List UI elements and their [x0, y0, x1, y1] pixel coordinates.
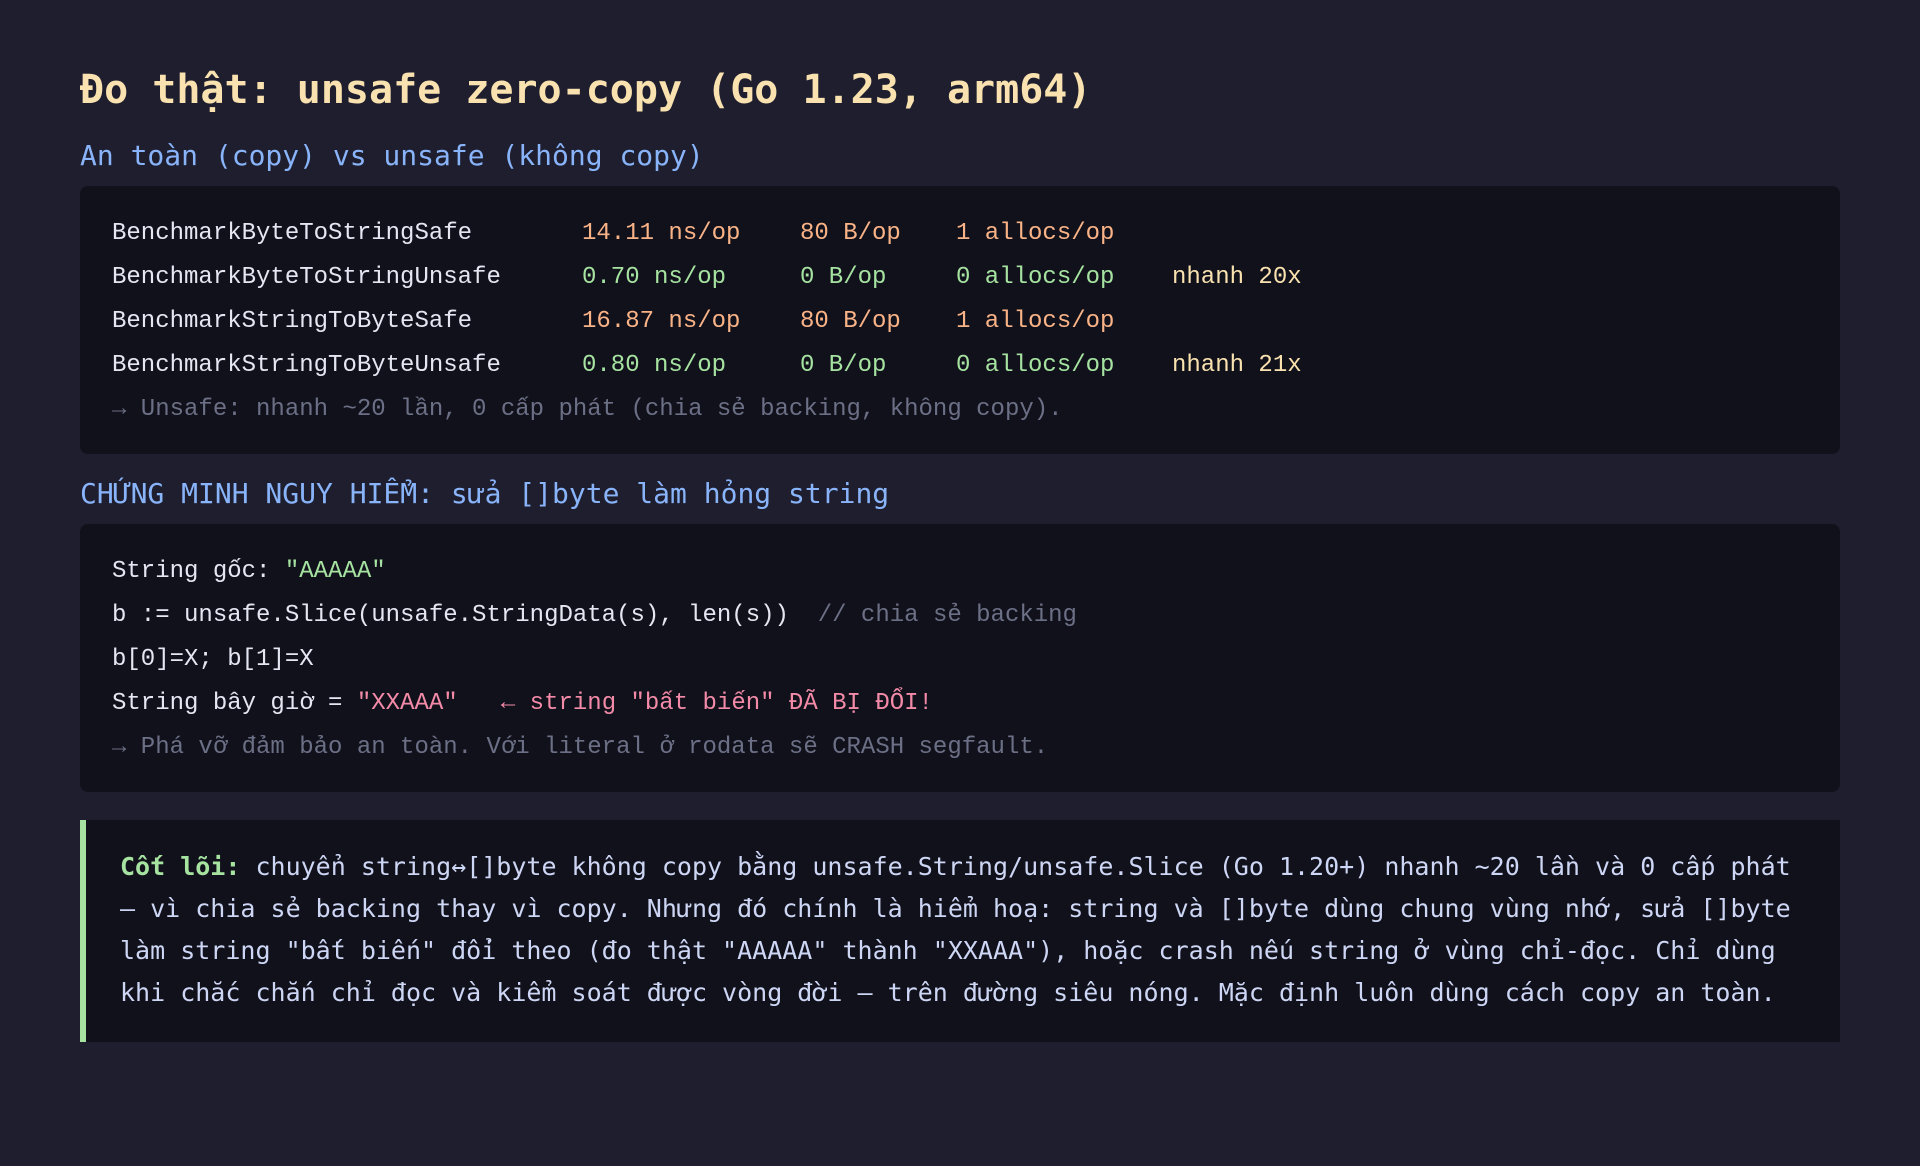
- ns-per-op: 14.11 ns/op: [582, 220, 741, 247]
- speedup-badge: nhanh 20x: [1172, 264, 1302, 291]
- benchmark-name: BenchmarkStringToByteSafe: [112, 308, 473, 335]
- benchmark-table: BenchmarkByteToStringSafe 14.11 ns/op 80 B…: [112, 212, 1808, 388]
- string-literal-mutated: "XXAAA": [356, 690, 458, 717]
- mutation-warning: ← string "bất biến" ĐÃ BỊ ĐỔI!: [457, 690, 933, 717]
- code-line-mutate: b[0]=X; b[1]=X: [112, 646, 314, 673]
- ns-per-op: 16.87 ns/op: [582, 308, 741, 335]
- benchmark-name: BenchmarkStringToByteUnsafe: [112, 352, 501, 379]
- benchmark-note: → Unsafe: nhanh ~20 lần, 0 cấp phát (chi…: [112, 396, 1063, 423]
- allocs-per-op: 1 allocs/op: [956, 308, 1115, 335]
- speedup-badge: nhanh 21x: [1172, 352, 1302, 379]
- ns-per-op: 0.80 ns/op: [582, 352, 727, 379]
- callout-text: chuyển string↔[]byte không copy bằng uns…: [120, 852, 1791, 1007]
- code-comment: // chia sẻ backing: [817, 602, 1077, 629]
- code-line-result: String bây giờ = "XXAAA" ← string "bất b…: [112, 682, 1808, 726]
- benchmark-panel: BenchmarkByteToStringSafe 14.11 ns/op 80 B…: [80, 186, 1840, 454]
- benchmark-name: BenchmarkByteToStringUnsafe: [112, 264, 501, 291]
- table-row: BenchmarkByteToStringUnsafe 0.70 ns/op 0 B…: [112, 256, 1808, 300]
- bytes-per-op: 80 B/op: [800, 220, 901, 247]
- code-text: b := unsafe.Slice(unsafe.StringData(s), …: [112, 602, 818, 629]
- code-text: String gốc:: [112, 558, 285, 585]
- allocs-per-op: 1 allocs/op: [956, 220, 1115, 247]
- danger-panel: String gốc: "AAAAA" b := unsafe.Slice(un…: [80, 524, 1840, 792]
- table-row: BenchmarkStringToByteSafe 16.87 ns/op 80 B…: [112, 300, 1808, 344]
- page: Đo thật: unsafe zero-copy (Go 1.23, arm6…: [0, 0, 1920, 1042]
- page-title: Đo thật: unsafe zero-copy (Go 1.23, arm6…: [80, 67, 1092, 113]
- table-row: BenchmarkStringToByteUnsafe 0.80 ns/op 0 B…: [112, 344, 1808, 388]
- allocs-per-op: 0 allocs/op: [956, 264, 1115, 291]
- callout-label: Cốt lõi:: [120, 852, 241, 881]
- danger-section-heading: CHỨNG MINH NGUY HIỂM: sửa []byte làm hỏn…: [80, 477, 890, 510]
- table-row: BenchmarkByteToStringSafe 14.11 ns/op 80 B…: [112, 212, 1808, 256]
- bytes-per-op: 80 B/op: [800, 308, 901, 335]
- code-line-original: String gốc: "AAAAA": [112, 550, 1808, 594]
- bytes-per-op: 0 B/op: [800, 264, 887, 291]
- code-text: String bây giờ =: [112, 690, 357, 717]
- benchmark-name: BenchmarkByteToStringSafe: [112, 220, 473, 247]
- code-line-slice: b := unsafe.Slice(unsafe.StringData(s), …: [112, 594, 1808, 638]
- allocs-per-op: 0 allocs/op: [956, 352, 1115, 379]
- danger-note: → Phá vỡ đảm bảo an toàn. Với literal ở …: [112, 734, 1049, 761]
- string-literal-original: "AAAAA": [284, 558, 386, 585]
- core-callout: Cốt lõi: chuyển string↔[]byte không copy…: [80, 820, 1840, 1042]
- ns-per-op: 0.70 ns/op: [582, 264, 727, 291]
- bytes-per-op: 0 B/op: [800, 352, 887, 379]
- benchmark-section-heading: An toàn (copy) vs unsafe (không copy): [80, 139, 704, 172]
